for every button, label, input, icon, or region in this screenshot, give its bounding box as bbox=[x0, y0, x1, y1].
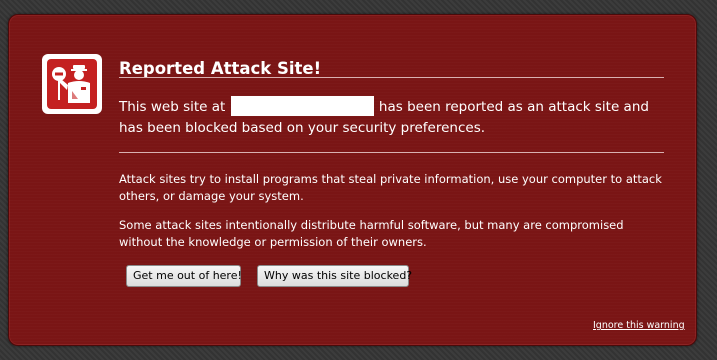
attack-explanation-paragraph: Attack sites try to install programs tha… bbox=[119, 172, 662, 203]
compromised-sites-paragraph: Some attack sites intentionally distribu… bbox=[119, 218, 624, 249]
main-warning-message: This web site at has been reported as an… bbox=[119, 96, 669, 139]
title-divider bbox=[119, 77, 664, 78]
page-title: Reported Attack Site! bbox=[119, 59, 322, 78]
police-officer-stop-icon-graphic bbox=[47, 59, 97, 109]
police-officer-stop-icon bbox=[42, 54, 102, 114]
attack-site-warning-panel: Reported Attack Site! This web site at h… bbox=[8, 14, 697, 346]
main-message-start: This web site at bbox=[119, 99, 226, 115]
why-blocked-button[interactable]: Why was this site blocked? bbox=[257, 265, 412, 287]
get-me-out-button[interactable]: Get me out of here! bbox=[126, 265, 242, 287]
section-divider bbox=[119, 152, 664, 153]
redacted-site-url bbox=[230, 96, 374, 116]
ignore-warning-link[interactable]: Ignore this warning bbox=[593, 320, 685, 331]
